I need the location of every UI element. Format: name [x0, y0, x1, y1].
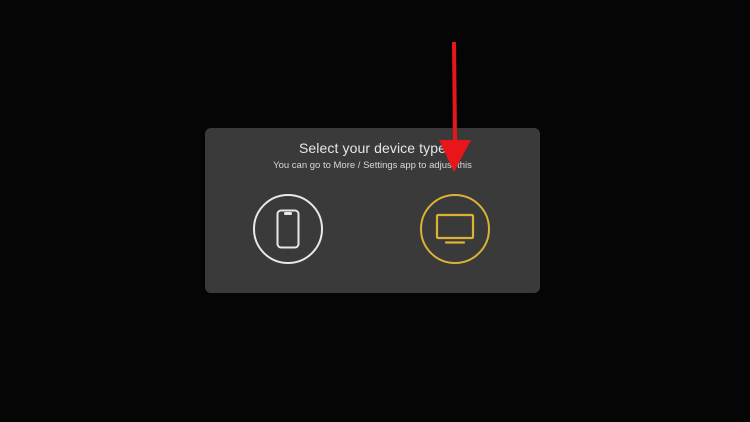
phone-device-button[interactable] [253, 194, 323, 264]
tv-device-button[interactable] [420, 194, 490, 264]
dialog-title: Select your device type [298, 140, 447, 156]
arrow-down-icon [438, 42, 472, 179]
phone-icon [276, 209, 300, 249]
device-type-dialog: Select your device type You can go to Mo… [205, 128, 540, 293]
dialog-subtitle: You can go to More / Settings app to adj… [273, 160, 472, 171]
app-screen: Select your device type You can go to Mo… [0, 0, 750, 422]
tv-icon [435, 213, 475, 245]
